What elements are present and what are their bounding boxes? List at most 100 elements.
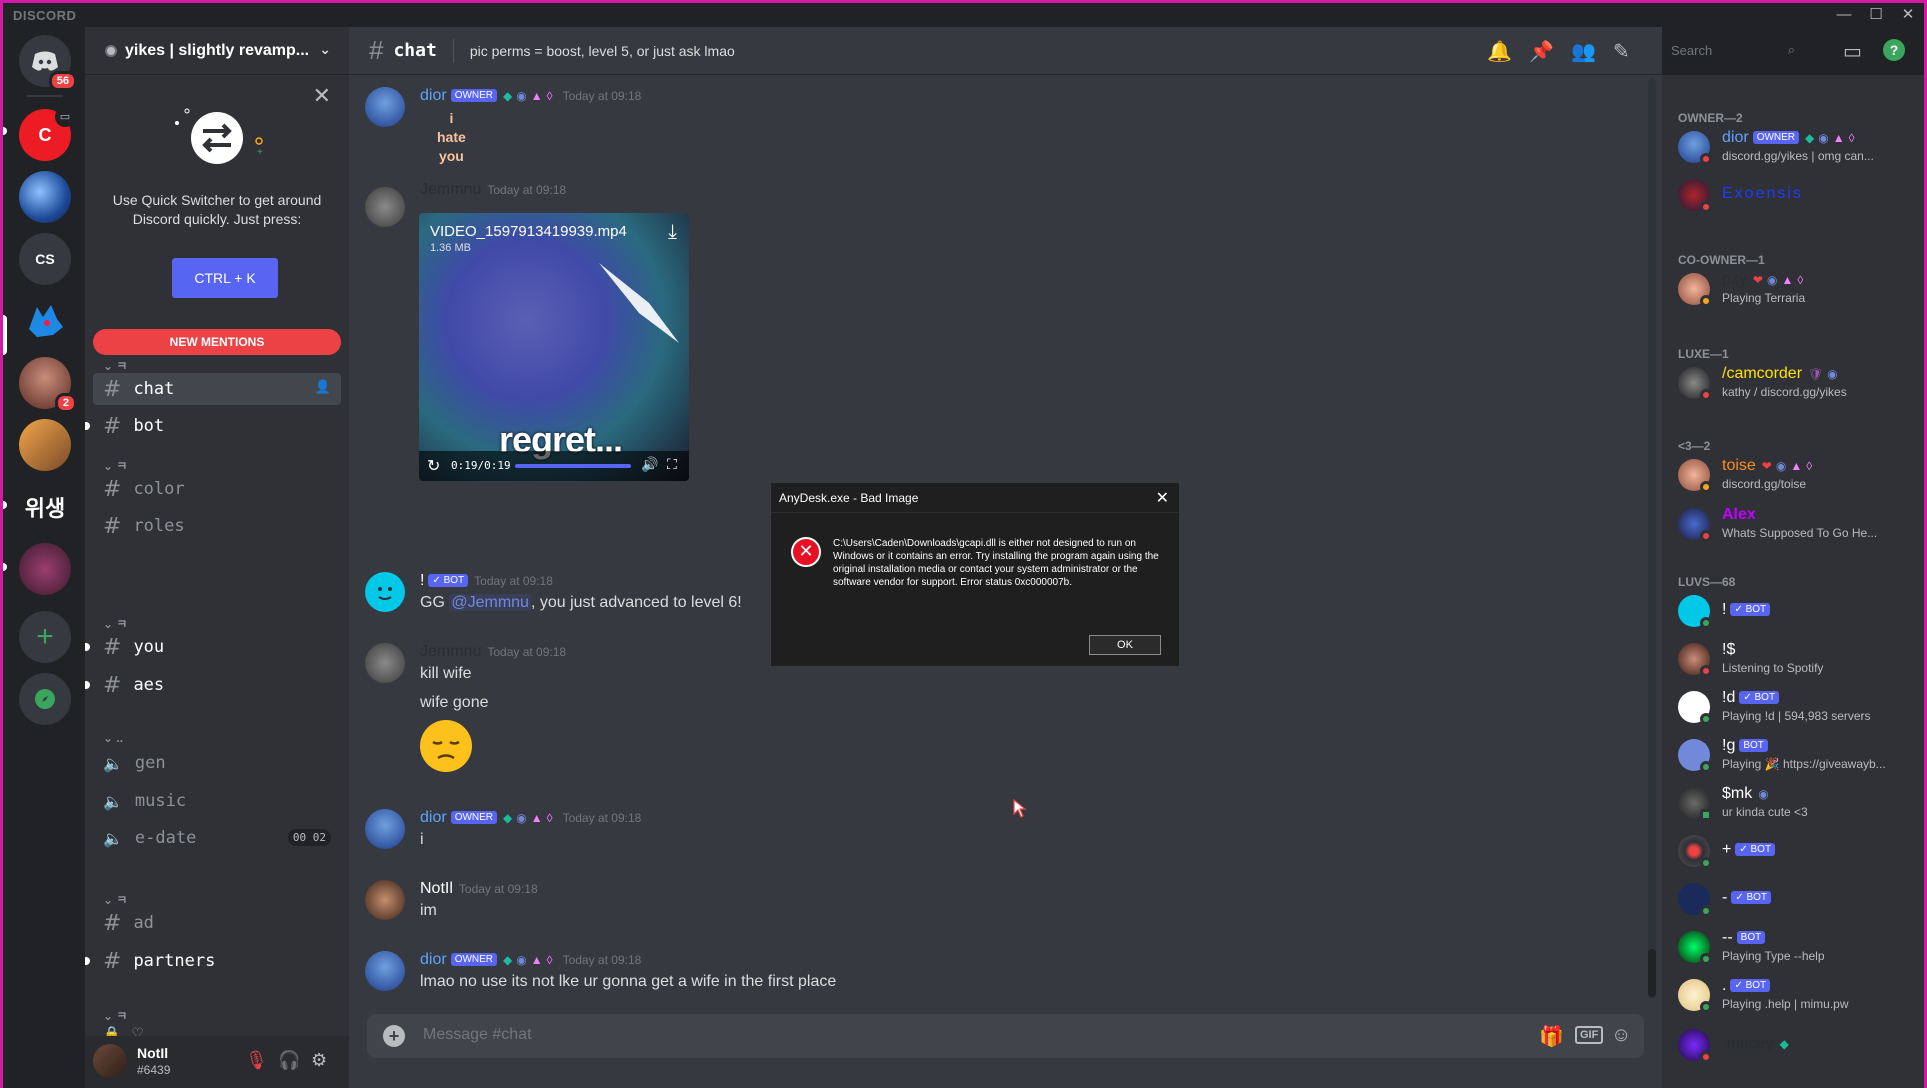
guild-header[interactable]: yikes | slightly revamp... ⌄ bbox=[85, 27, 349, 75]
members-icon[interactable]: 👥 bbox=[1571, 39, 1596, 64]
voice-channel-gen[interactable]: 🔈 gen bbox=[93, 747, 341, 779]
search-input[interactable]: Search ⌕ bbox=[1665, 39, 1801, 63]
server-c[interactable]: C ▭ bbox=[19, 107, 75, 161]
voice-channel-edate[interactable]: 🔈 e-date 00 02 bbox=[93, 822, 341, 854]
member-item[interactable]: /camcorder 🛡◉ kathy / discord.gg/yikes bbox=[1678, 363, 1918, 407]
timestamp: Today at 09:18 bbox=[458, 882, 538, 896]
download-icon[interactable]: ⤓ bbox=[668, 221, 677, 244]
member-name: ! ✓ BOT bbox=[1722, 601, 1771, 619]
bell-icon[interactable]: 🔔 bbox=[1487, 39, 1512, 64]
member-item[interactable]: !d ✓ BOT Playing !d | 594,983 servers bbox=[1678, 687, 1918, 731]
server-wolf[interactable] bbox=[19, 295, 71, 347]
threads-icon[interactable]: ✎ bbox=[1613, 39, 1630, 64]
home-button[interactable]: 56 bbox=[19, 35, 77, 91]
channel-roles[interactable]: # roles bbox=[93, 510, 341, 542]
emoji-icon[interactable]: ☺ bbox=[1611, 1024, 1631, 1047]
server-korean[interactable]: 위생 bbox=[19, 481, 71, 533]
author-name[interactable]: dior bbox=[420, 809, 447, 826]
category-header[interactable]: ⌄ ㅋ bbox=[103, 615, 127, 632]
mute-microphone-icon[interactable]: 🎙 bbox=[245, 1050, 268, 1071]
avatar[interactable] bbox=[365, 572, 405, 612]
minimize-button[interactable]: — bbox=[1833, 5, 1855, 25]
maximize-button[interactable]: ☐ bbox=[1865, 5, 1887, 25]
server-orange[interactable] bbox=[19, 419, 71, 471]
member-item[interactable]: .macey ◆ bbox=[1678, 1025, 1918, 1069]
member-item[interactable]: toise ❤◉▲◊ discord.gg/toise bbox=[1678, 455, 1918, 499]
member-item[interactable]: ! ✓ BOT bbox=[1678, 591, 1918, 635]
server-pink[interactable] bbox=[19, 543, 71, 595]
video-attachment[interactable]: VIDEO_1597913419939.mp4 1.36 MB ⤓ regret… bbox=[419, 213, 689, 481]
avatar[interactable] bbox=[365, 951, 405, 991]
help-icon[interactable]: ? bbox=[1883, 39, 1905, 61]
author-name[interactable]: dior bbox=[420, 87, 447, 104]
author-name[interactable]: ! bbox=[420, 572, 424, 589]
invite-icon[interactable]: 👤 bbox=[315, 380, 331, 395]
gif-button[interactable]: GIF bbox=[1575, 1026, 1604, 1044]
channel-bot[interactable]: # bot bbox=[85, 410, 341, 442]
avatar[interactable] bbox=[365, 643, 405, 683]
ctrl-k-button[interactable]: CTRL + K bbox=[172, 258, 278, 298]
member-item[interactable]: - ✓ BOT bbox=[1678, 879, 1918, 923]
author-name[interactable]: dior bbox=[420, 951, 447, 968]
explore-servers-button[interactable] bbox=[19, 673, 71, 725]
volume-icon[interactable]: 🔊 bbox=[641, 456, 658, 473]
avatar[interactable] bbox=[365, 809, 405, 849]
server-portrait[interactable]: 2 bbox=[19, 357, 77, 413]
channel-you[interactable]: # you bbox=[85, 631, 341, 663]
owner-tag: OWNER bbox=[450, 953, 498, 966]
member-item[interactable]: !g BOT Playing 🎉 https://giveawayb... bbox=[1678, 735, 1918, 779]
member-item[interactable]: dior OWNER ◆◉▲◊ discord.gg/yikes | omg can… bbox=[1678, 127, 1918, 171]
author-name[interactable]: NotIl bbox=[420, 880, 453, 897]
avatar[interactable] bbox=[365, 187, 405, 227]
gear-icon[interactable]: ⚙ bbox=[311, 1050, 327, 1071]
author-name[interactable]: Jemmnu bbox=[420, 643, 481, 660]
member-item[interactable]: Exoensis bbox=[1678, 175, 1918, 219]
category-header[interactable]: ⌄ ㅋ bbox=[103, 891, 127, 908]
channel-color[interactable]: # color bbox=[93, 473, 341, 505]
member-item[interactable]: pzy ❤◉▲◊ Playing Terraria bbox=[1678, 269, 1918, 313]
member-item[interactable]: + ✓ BOT bbox=[1678, 831, 1918, 875]
scrollbar-thumb[interactable] bbox=[1648, 949, 1656, 997]
close-icon[interactable]: ✕ bbox=[1156, 488, 1169, 508]
channel-partners[interactable]: # partners bbox=[85, 945, 341, 977]
channel-ad[interactable]: # ad bbox=[93, 907, 341, 939]
member-item[interactable]: . ✓ BOT Playing .help | mimu.pw bbox=[1678, 975, 1918, 1019]
new-mentions-banner[interactable]: NEW MENTIONS bbox=[93, 329, 341, 355]
add-server-button[interactable]: + bbox=[19, 611, 71, 663]
replay-icon[interactable]: ↻ bbox=[427, 456, 440, 476]
gift-icon[interactable]: 🎁 bbox=[1539, 1024, 1564, 1049]
bot-tag: ✓ BOT bbox=[428, 574, 469, 587]
pin-icon[interactable]: 📌 bbox=[1529, 39, 1554, 64]
close-tip-icon[interactable]: ✕ bbox=[313, 83, 331, 109]
server-cs[interactable]: CS bbox=[19, 233, 71, 285]
member-item[interactable]: Alex Whats Supposed To Go He... bbox=[1678, 504, 1918, 548]
user-mention[interactable]: @Jemmnu bbox=[449, 594, 531, 611]
channel-aes[interactable]: # aes bbox=[85, 669, 341, 701]
video-progress-bar[interactable] bbox=[515, 464, 631, 468]
status-dnd bbox=[1700, 1051, 1712, 1063]
member-item[interactable]: !$ Listening to Spotify bbox=[1678, 639, 1918, 683]
category-header[interactable]: ⌄ ㅋ bbox=[103, 357, 127, 374]
close-window-button[interactable]: ✕ bbox=[1897, 5, 1919, 25]
avatar[interactable] bbox=[365, 880, 405, 920]
inbox-icon[interactable]: ▭ bbox=[1843, 39, 1862, 64]
message-composer[interactable]: + Message #chat 🎁 GIF ☺ bbox=[367, 1014, 1644, 1058]
chevron-down-icon[interactable]: ⌄ bbox=[319, 41, 331, 58]
avatar[interactable] bbox=[93, 1044, 127, 1078]
chat-scrollbar[interactable] bbox=[1648, 79, 1656, 999]
author-name[interactable]: Jemmnu bbox=[420, 181, 481, 198]
headphones-icon[interactable]: 🎧 bbox=[278, 1050, 300, 1071]
avatar[interactable] bbox=[365, 87, 405, 127]
channel-chat[interactable]: # chat 👤 bbox=[93, 373, 341, 405]
channel-topic[interactable]: pic perms = boost, level 5, or just ask … bbox=[470, 43, 735, 59]
category-header[interactable]: ⌄ ㅋ bbox=[103, 457, 127, 474]
fullscreen-icon[interactable]: ⛶ bbox=[667, 456, 677, 473]
category-header[interactable]: ⌄ .. bbox=[103, 731, 123, 745]
voice-channel-music[interactable]: 🔈 music bbox=[93, 785, 341, 817]
attach-plus-icon[interactable]: + bbox=[383, 1025, 405, 1047]
ok-button[interactable]: OK bbox=[1089, 635, 1161, 655]
member-item[interactable]: -- BOT Playing Type --help bbox=[1678, 927, 1918, 971]
category-header[interactable]: ⌄ ㅋ bbox=[103, 1007, 127, 1024]
member-item[interactable]: $mk ◉ ur kinda cute <3 bbox=[1678, 783, 1918, 827]
server-blue[interactable] bbox=[19, 171, 71, 223]
